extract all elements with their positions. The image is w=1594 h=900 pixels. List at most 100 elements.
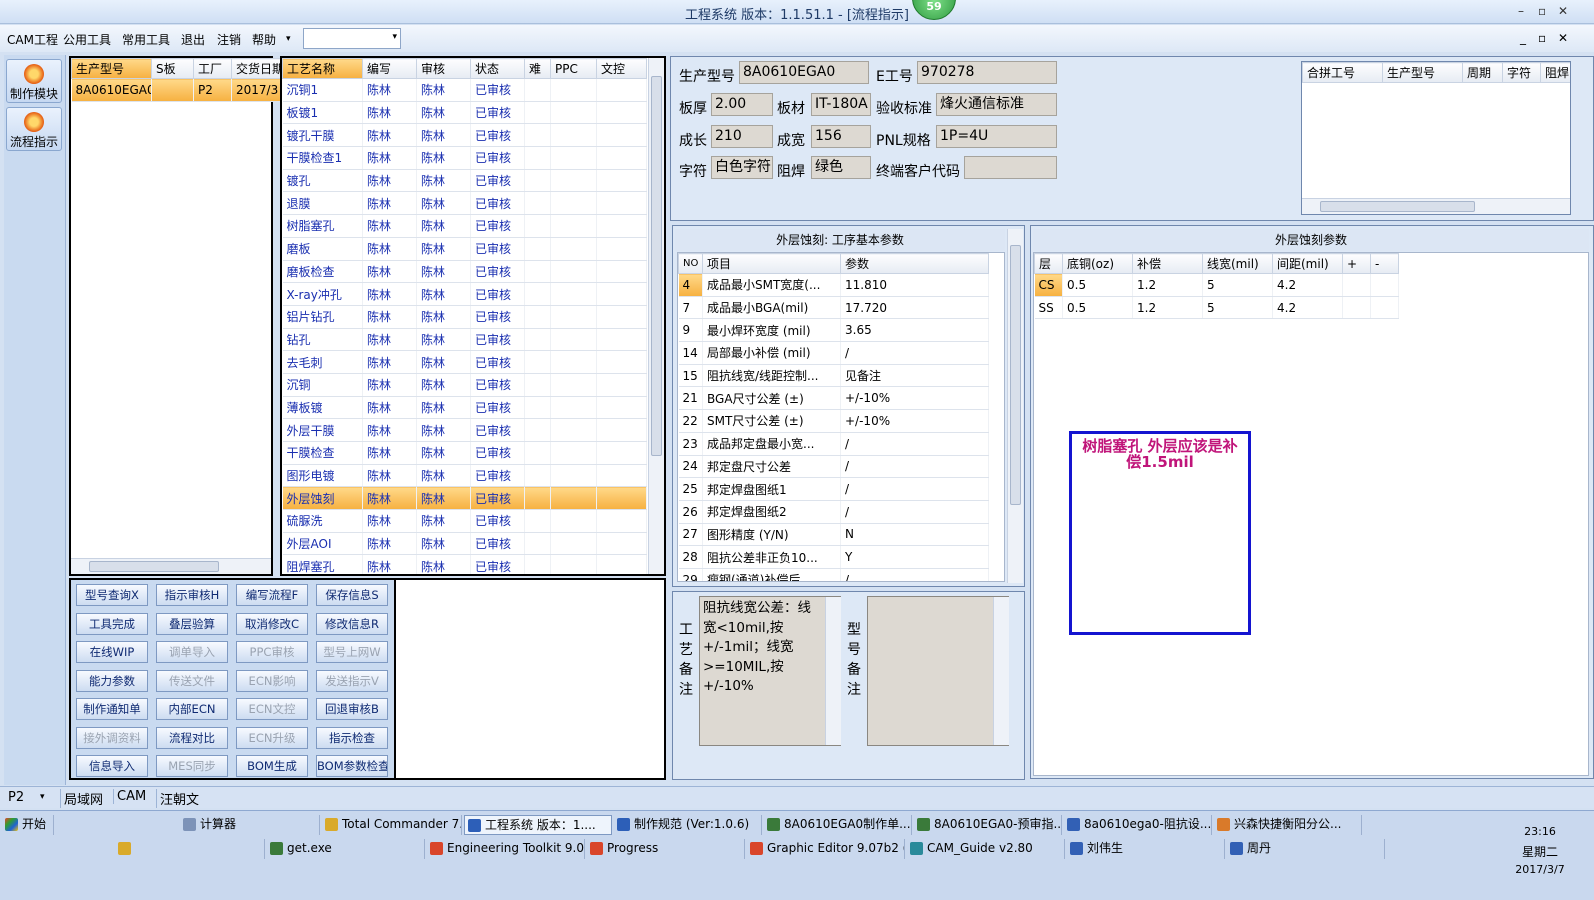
taskbar-item[interactable]: 周丹 [1227, 839, 1385, 859]
col-header[interactable]: 字符 [1502, 62, 1541, 83]
taskbar-item[interactable]: Engineering Toolkit 9.07... [427, 839, 585, 859]
merge-hscroll[interactable] [1302, 198, 1570, 214]
eno-field[interactable]: 970278 [917, 61, 1057, 84]
action-button[interactable]: 信息导入 [76, 755, 148, 777]
table-row[interactable]: 4 成品最小SMT宽度(... 11.810 [678, 273, 989, 297]
sidebar-item-make-module[interactable]: 制作模块 [6, 59, 62, 103]
action-button[interactable]: 指示检查 [316, 726, 388, 749]
table-row[interactable]: 铝片钻孔 陈林 陈林 已审核 [282, 305, 647, 329]
table-row[interactable]: 阻焊塞孔 陈林 陈林 已审核 [282, 554, 647, 574]
taskbar-item[interactable]: 刘伟生 [1067, 839, 1225, 859]
menu-common-tools[interactable]: 常用工具 [122, 31, 170, 48]
table-row[interactable]: 镀孔 陈林 陈林 已审核 [282, 169, 647, 193]
sidebar-item-process-guide[interactable]: 流程指示 [6, 107, 62, 151]
action-button[interactable]: 保存信息S [316, 584, 388, 606]
col-header[interactable]: 补偿 [1132, 253, 1203, 274]
process-remark-scroll[interactable] [825, 597, 841, 745]
taskbar-item[interactable]: 8A0610EGA0制作单.... [764, 815, 912, 835]
col-header[interactable]: 工厂 [193, 58, 232, 79]
table-row[interactable]: 29 瘦钢(通道)补偿后... / [678, 568, 989, 581]
table-row[interactable]: 干膜检查 陈林 陈林 已审核 [282, 441, 647, 465]
scroll-thumb[interactable] [651, 76, 662, 456]
col-header[interactable]: 底铜(oz) [1062, 253, 1133, 274]
action-button[interactable]: 在线WIP [76, 641, 148, 663]
col-header[interactable]: 状态 [470, 58, 525, 79]
menu-exit[interactable]: 退出 [181, 31, 205, 48]
chevron-down-icon[interactable]: ▾ [392, 32, 397, 42]
action-button[interactable]: 传送文件 [156, 669, 228, 692]
action-button[interactable]: 工具完成 [76, 612, 148, 635]
col-header[interactable]: 项目 [702, 253, 841, 274]
width-field[interactable]: 156 [811, 125, 871, 148]
table-row[interactable]: 退膜 陈林 陈林 已审核 [282, 191, 647, 216]
col-header[interactable]: 难 [524, 58, 551, 79]
table-row[interactable]: 薄板镀 陈林 陈林 已审核 [282, 396, 647, 420]
mdi-close[interactable]: ✕ [1558, 31, 1568, 45]
action-button[interactable]: 内部ECN [156, 698, 228, 720]
model-remark-scroll[interactable] [993, 597, 1009, 745]
action-button[interactable]: 流程对比 [156, 726, 228, 749]
table-row[interactable]: 26 邦定焊盘图纸2/ [678, 500, 989, 524]
table-row[interactable]: CS 0.5 1.2 5 4.2 [1034, 273, 1399, 297]
table-row[interactable]: SS 0.5 1.2 5 4.2 [1034, 296, 1399, 320]
action-button[interactable]: 发送指示V [316, 669, 388, 692]
std-field[interactable]: 烽火通信标准 [936, 93, 1057, 116]
table-row[interactable]: 22 SMT尺寸公差 (±) +/-10% [678, 409, 989, 433]
table-row[interactable]: 树脂塞孔 陈林 陈林 已审核 [282, 214, 647, 238]
table-row[interactable]: 镀孔干膜 陈林 陈林 已审核 [282, 123, 647, 148]
mask-field[interactable]: 绿色 [811, 156, 871, 179]
action-button[interactable]: 编写流程F [236, 584, 308, 606]
table-row[interactable]: 钻孔 陈林 陈林 已审核 [282, 328, 647, 352]
action-button[interactable]: BOM参数检查 [316, 755, 388, 777]
action-button[interactable]: 取消修改C [236, 612, 308, 635]
table-row[interactable]: 图形电镀 陈林 陈林 已审核 [282, 464, 647, 488]
menu-public-tools[interactable]: 公用工具 [63, 31, 111, 48]
col-header[interactable]: PPC [550, 58, 597, 79]
taskbar-item[interactable]: 兴森快捷衡阳分公... [1214, 815, 1362, 835]
status-tab-lan[interactable]: 局域网 [60, 789, 106, 808]
table-row[interactable]: 7 成品最小BGA(mil) 17.720 [678, 296, 989, 320]
factory-select[interactable]: P2 [8, 790, 24, 805]
menu-logout[interactable]: 注销 [217, 31, 241, 48]
status-tab-user[interactable]: 汪朝文 [156, 789, 202, 808]
scroll-thumb[interactable] [1320, 201, 1475, 212]
table-row[interactable]: 14 局部最小补偿 (mil) / [678, 341, 989, 365]
action-button[interactable]: PPC审核 [236, 641, 308, 663]
col-header[interactable]: 参数 [840, 253, 989, 274]
order-hscroll[interactable] [71, 558, 271, 574]
table-row[interactable]: 外层干膜 陈林 陈林 已审核 [282, 418, 647, 442]
basic-params-vscroll[interactable] [1007, 229, 1023, 583]
col-header[interactable]: 生产型号 [71, 58, 152, 79]
table-row[interactable]: 沉铜1 陈林 陈林 已审核 [282, 78, 647, 102]
table-row[interactable]: 磨板 陈林 陈林 已审核 [282, 237, 647, 261]
material-field[interactable]: IT-180A [811, 93, 871, 116]
table-row[interactable]: 外层蚀刻 陈林 陈林 已审核 [282, 486, 647, 511]
col-header[interactable]: 周期 [1462, 62, 1503, 83]
table-row[interactable]: 硫脲洗 陈林 陈林 已审核 [282, 509, 647, 533]
col-header[interactable]: 线宽(mil) [1202, 253, 1273, 274]
taskbar-item[interactable]: get.exe [267, 839, 425, 859]
menu-cam[interactable]: CAM工程 [7, 31, 58, 48]
scroll-thumb[interactable] [1010, 245, 1021, 505]
table-row[interactable]: 磨板检查 陈林 陈林 已审核 [282, 260, 647, 284]
close-button[interactable]: ✕ [1558, 4, 1568, 18]
len-field[interactable]: 210 [711, 125, 773, 148]
remove-column-button[interactable]: - [1370, 253, 1399, 274]
action-button[interactable]: MES同步 [156, 755, 228, 777]
table-row[interactable]: 干膜检查1 陈林 陈林 已审核 [282, 146, 647, 170]
table-row[interactable]: 28 阻抗公差非正负10... Y [678, 545, 989, 569]
table-row[interactable]: 沉铜 陈林 陈林 已审核 [282, 373, 647, 397]
taskbar-item[interactable]: 计算器 [180, 815, 320, 835]
char-field[interactable]: 白色字符 [711, 156, 773, 179]
table-row[interactable]: 15 阻抗线宽/线距控制... 见备注 [678, 364, 989, 388]
action-button[interactable]: 回退审核B [316, 698, 388, 720]
col-header[interactable]: 间距(mil) [1272, 253, 1343, 274]
cust-field[interactable] [964, 156, 1057, 179]
action-button[interactable]: ECN影响 [236, 669, 308, 692]
table-row[interactable]: 板镀1 陈林 陈林 已审核 [282, 101, 647, 125]
action-button[interactable]: 型号查询X [76, 584, 148, 606]
chevron-down-icon[interactable]: ▾ [40, 792, 45, 802]
action-button[interactable]: 制作通知单 [76, 698, 148, 720]
table-row[interactable]: 27 图形精度 (Y/N) N [678, 523, 989, 547]
taskbar-item[interactable]: 制作规范 (Ver:1.0.6) [614, 815, 762, 835]
